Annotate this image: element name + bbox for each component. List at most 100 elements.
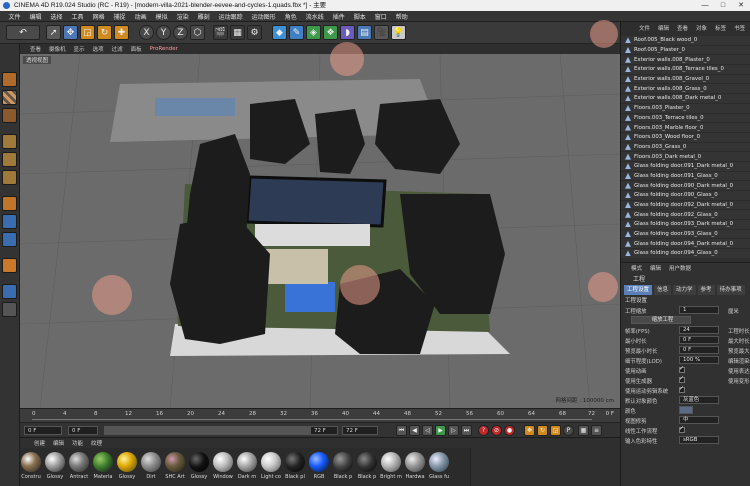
tab-project-settings[interactable]: 工程设置 [624, 285, 653, 295]
attr-menu-mode[interactable]: 模式 [627, 264, 646, 272]
vp-menu-filter[interactable]: 过滤 [108, 45, 127, 53]
render-picture-icon[interactable]: ▦ [230, 25, 245, 40]
object-row[interactable]: Floors.003_Plaster_0 [621, 104, 750, 114]
object-row[interactable]: Glass folding door.090_Dark metal_0 [621, 181, 750, 191]
menu-motion-tracking[interactable]: 运动跟踪 [214, 12, 247, 21]
object-row[interactable]: Exterior walls.008_Plaster_0 [621, 55, 750, 66]
menu-tools[interactable]: 工具 [67, 12, 88, 21]
coord-system-icon[interactable]: ⬡ [190, 25, 205, 40]
texture-icon[interactable] [2, 90, 17, 105]
enable-axis-icon[interactable] [2, 196, 17, 211]
current-frame-field[interactable]: 0 F [24, 426, 62, 435]
material-swatch[interactable]: Glossy [188, 452, 210, 482]
edges-mode-icon[interactable] [2, 152, 17, 167]
material-swatch[interactable]: Black p [356, 452, 378, 482]
autokey-icon[interactable]: ⊘ [491, 425, 502, 436]
object-row[interactable]: Exterior walls.008_Grass_0 [621, 84, 750, 95]
object-row[interactable]: Exterior walls.008_Terrace tiles_0 [621, 65, 750, 75]
linear-workflow-checkbox[interactable] [679, 425, 685, 433]
object-row[interactable]: Glass folding door.092_Dark metal_0 [621, 201, 750, 211]
go-to-start-icon[interactable]: ⏮ [396, 425, 407, 436]
scale-icon[interactable]: ◲ [80, 25, 95, 40]
rotate-icon[interactable]: ↻ [97, 25, 112, 40]
key-scale-icon[interactable]: ◲ [550, 425, 561, 436]
object-row[interactable]: Floors.003_Wood floor_0 [621, 133, 750, 143]
render-view-icon[interactable]: 🎬 [213, 25, 228, 40]
material-swatch[interactable]: SHC Art [164, 452, 186, 482]
frame-range-slider[interactable] [104, 426, 334, 435]
material-swatch[interactable]: RGB [308, 452, 330, 482]
attr-value-field[interactable]: 24 [679, 326, 719, 334]
play-forward-icon[interactable]: ▶ [435, 425, 446, 436]
polygons-mode-icon[interactable] [2, 170, 17, 185]
use-motion-system-checkbox[interactable] [679, 385, 685, 393]
mat-menu-edit[interactable]: 编辑 [49, 439, 68, 447]
attr-menu-edit[interactable]: 编辑 [646, 264, 665, 272]
material-swatch[interactable]: Hardwa [404, 452, 426, 482]
material-swatch[interactable]: Black p [332, 452, 354, 482]
live-select-icon[interactable]: ✚ [114, 25, 129, 40]
object-row[interactable]: Roof.005_Plaster_0 [621, 46, 750, 56]
vp-menu-options[interactable]: 选项 [89, 45, 108, 53]
vp-menu-view[interactable]: 查看 [26, 45, 45, 53]
move-icon[interactable]: ✥ [63, 25, 78, 40]
object-row[interactable]: Roof.005_Black wood_0 [621, 36, 750, 46]
object-row[interactable]: Glass folding door.094_Glass_0 [621, 249, 750, 258]
maximize-button[interactable]: □ [714, 0, 732, 11]
keyframe-selection-icon[interactable]: ● [504, 425, 515, 436]
material-swatch[interactable]: Glossy [116, 452, 138, 482]
object-row[interactable]: Glass folding door.093_Dark metal_0 [621, 220, 750, 230]
axis-x-icon[interactable]: X [139, 25, 154, 40]
key-rotation-icon[interactable]: ↻ [537, 425, 548, 436]
tab-todo[interactable]: 待办事项 [716, 285, 745, 295]
vp-menu-display[interactable]: 显示 [70, 45, 89, 53]
record-icon[interactable]: ? [478, 425, 489, 436]
subdivision-icon[interactable]: ◈ [306, 25, 321, 40]
solo-icon[interactable] [2, 302, 17, 317]
input-color-profile-dropdown[interactable]: sRGB [679, 436, 719, 444]
menu-pipeline[interactable]: 流水线 [301, 12, 328, 21]
cube-icon[interactable]: ◆ [272, 25, 287, 40]
om-menu-objects[interactable]: 对象 [692, 24, 711, 34]
object-row[interactable]: Glass folding door.090_Glass_0 [621, 191, 750, 201]
material-swatch[interactable]: Dark m [236, 452, 258, 482]
tab-info[interactable]: 信息 [654, 285, 672, 295]
mat-menu-function[interactable]: 功能 [68, 439, 87, 447]
menu-render[interactable]: 渲染 [172, 12, 193, 21]
start-frame-field[interactable]: 0 F [68, 426, 98, 435]
timeline-menu-icon[interactable]: ≡ [591, 425, 602, 436]
material-swatch[interactable]: Materia [92, 452, 114, 482]
menu-mesh[interactable]: 网格 [88, 12, 109, 21]
object-row[interactable]: Glass folding door.093_Glass_0 [621, 230, 750, 240]
tweak-icon[interactable] [2, 214, 17, 229]
menu-mograph[interactable]: 运动图形 [247, 12, 280, 21]
object-row[interactable]: Floors.003_Terrace tiles_0 [621, 114, 750, 124]
render-settings-icon[interactable]: ⚙ [247, 25, 262, 40]
minimize-button[interactable]: — [696, 0, 714, 11]
om-menu-file[interactable]: 文件 [635, 24, 654, 34]
vp-menu-panel[interactable]: 面板 [127, 45, 146, 53]
object-row[interactable]: Floors.003_Grass_0 [621, 143, 750, 153]
make-editable-icon[interactable] [2, 72, 17, 87]
default-object-color-dropdown[interactable]: 灰蓝色 [679, 396, 719, 404]
view-clipping-dropdown[interactable]: 中 [679, 416, 719, 424]
select-arrow-icon[interactable]: ➚ [46, 25, 61, 40]
menu-select[interactable]: 选择 [46, 12, 67, 21]
vp-menu-camera[interactable]: 摄像机 [45, 45, 70, 53]
color-swatch[interactable] [679, 406, 693, 414]
object-row[interactable]: Floors.003_Dark metal_0 [621, 152, 750, 162]
key-position-icon[interactable]: ✥ [524, 425, 535, 436]
om-menu-tags[interactable]: 标签 [711, 24, 730, 34]
use-generators-checkbox[interactable] [679, 375, 685, 383]
menu-plugins[interactable]: 插件 [328, 12, 349, 21]
object-list[interactable]: Roof.005_Black wood_0 Roof.005_Plaster_0… [621, 36, 750, 258]
om-menu-bookmarks[interactable]: 书签 [730, 24, 749, 34]
menu-sculpt[interactable]: 雕刻 [193, 12, 214, 21]
menu-character[interactable]: 角色 [280, 12, 301, 21]
object-row[interactable]: Glass folding door.091_Dark metal_0 [621, 162, 750, 172]
tab-reference[interactable]: 参考 [697, 285, 715, 295]
points-mode-icon[interactable] [2, 134, 17, 149]
scale-project-button[interactable]: 缩放工程 [631, 316, 691, 324]
timeline-ruler[interactable]: 0 4 8 12 16 20 24 28 32 36 40 44 48 52 5… [20, 408, 620, 422]
mat-menu-create[interactable]: 创建 [30, 439, 49, 447]
